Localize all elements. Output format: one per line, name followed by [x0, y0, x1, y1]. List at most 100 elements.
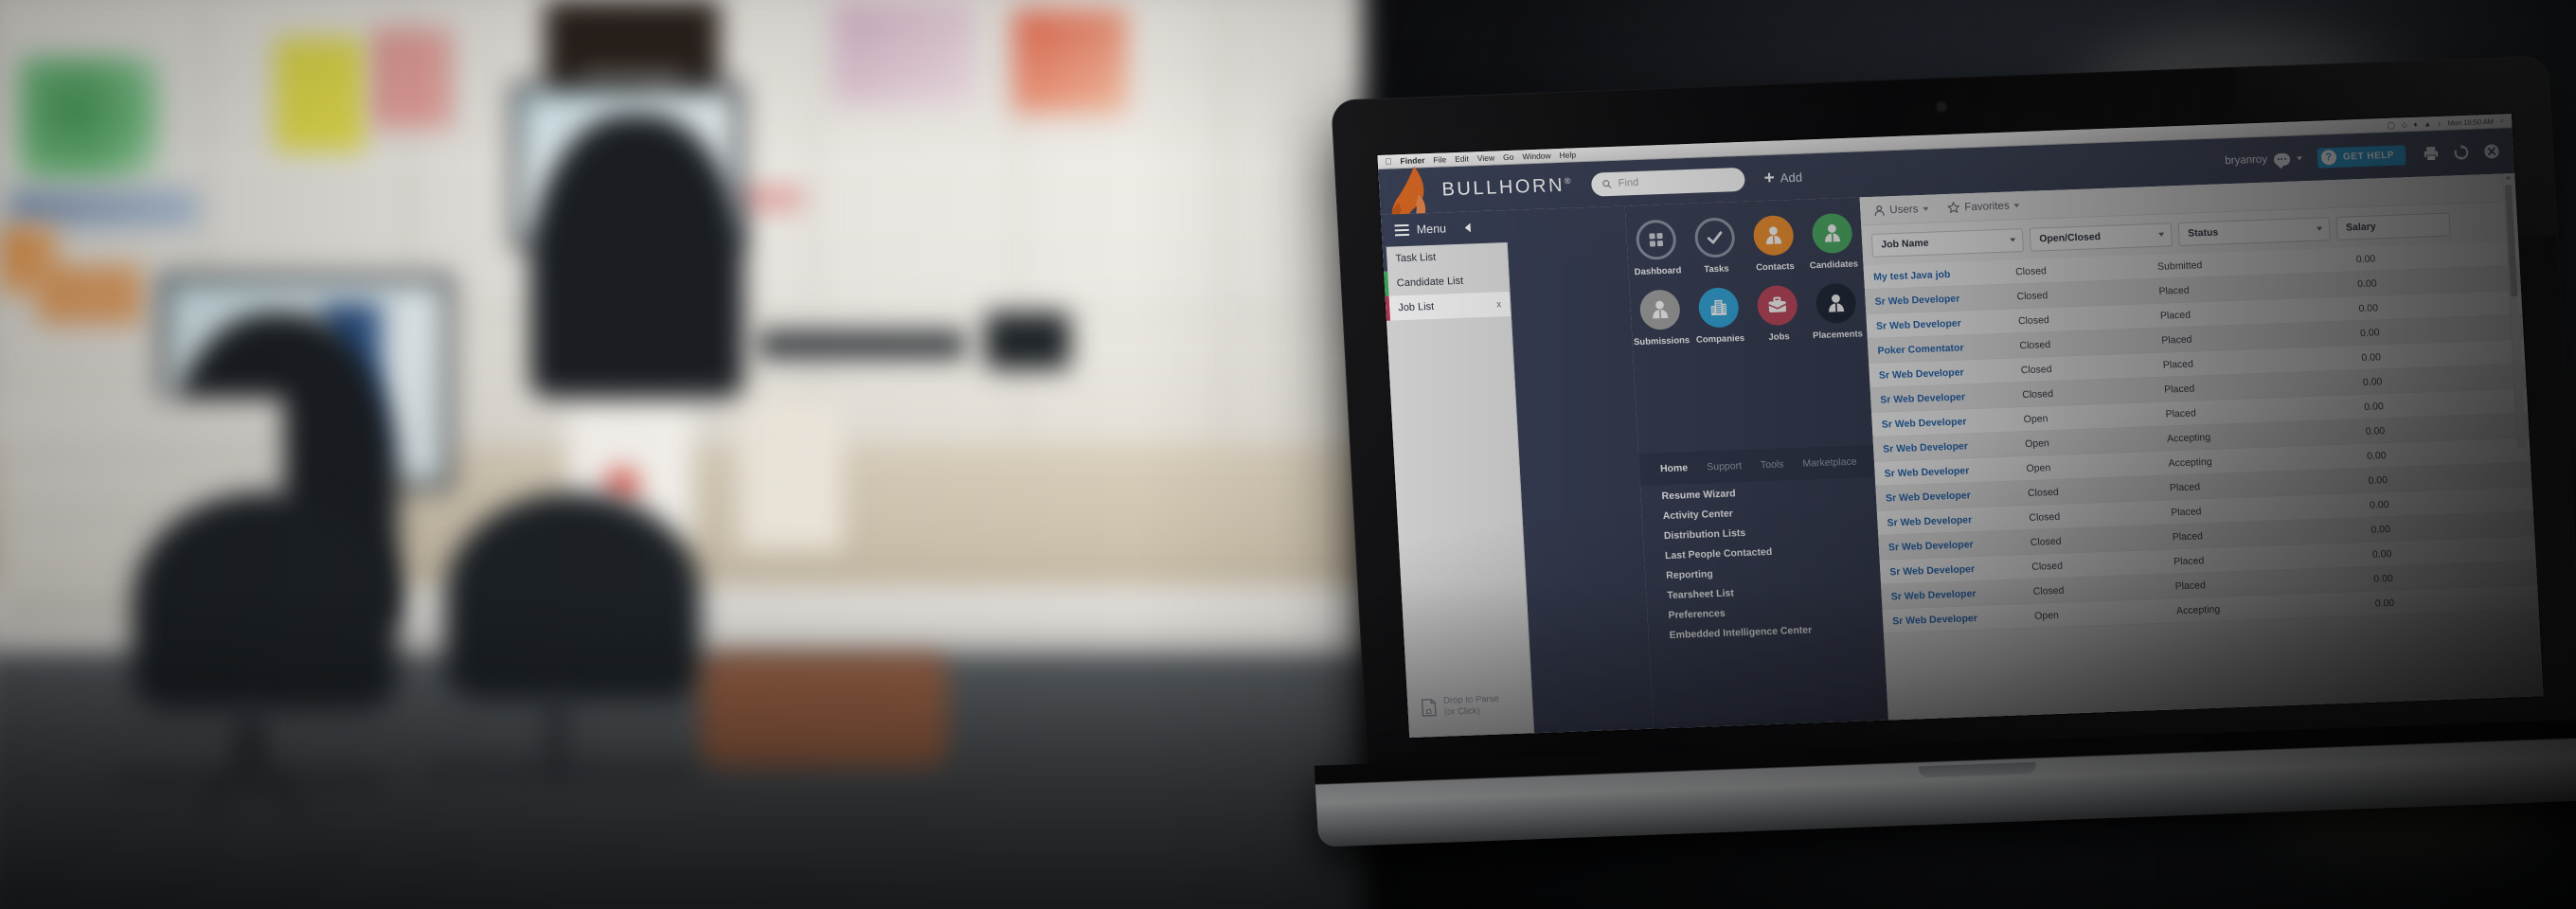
chevron-down-icon — [2010, 238, 2016, 242]
link-last-people-contacted[interactable]: Last People Contacted — [1665, 543, 1880, 561]
os-clock[interactable]: Mon 10:50 AM — [2447, 116, 2494, 127]
link-reporting[interactable]: Reporting — [1666, 562, 1881, 581]
cell-status: Accepting — [2168, 455, 2212, 470]
link-tearsheet-list[interactable]: Tearsheet List — [1667, 582, 1882, 601]
filter-open-closed[interactable]: Open/Closed — [2029, 222, 2173, 252]
link-distribution-lists[interactable]: Distribution Lists — [1664, 523, 1879, 542]
person-icon — [1752, 214, 1795, 257]
cell-job-name[interactable]: Sr Web Developer — [1876, 488, 2029, 505]
bg-person — [530, 114, 743, 398]
chat-bubble-icon[interactable] — [2273, 152, 2291, 166]
dropbox-icon[interactable]: ◇ — [2402, 120, 2407, 129]
tab-support[interactable]: Support — [1707, 460, 1742, 472]
cell-job-name[interactable]: Sr Web Developer — [1880, 561, 2032, 578]
os-menu-edit[interactable]: Edit — [1455, 153, 1469, 164]
dropzone-line2: (or Click) — [1443, 705, 1481, 718]
cell-job-name[interactable]: Sr Web Developer — [1865, 291, 2017, 308]
os-menu-finder[interactable]: Finder — [1400, 155, 1425, 166]
chevron-left-icon[interactable] — [1464, 223, 1472, 233]
bg-poster — [739, 398, 843, 549]
users-dropdown[interactable]: Users — [1873, 203, 1929, 216]
cell-job-name[interactable]: Sr Web Developer — [1874, 463, 2027, 480]
chevron-down-icon — [2158, 232, 2165, 237]
cell-salary: 0.00 — [2369, 498, 2389, 511]
bg-chair — [133, 492, 398, 710]
tile-tasks[interactable]: Tasks — [1685, 217, 1746, 276]
scroll-up-arrow-icon[interactable] — [2504, 175, 2512, 180]
volume-icon[interactable]: ♪ — [2438, 118, 2442, 127]
get-help-button[interactable]: ? GET HELP — [2317, 144, 2406, 169]
cell-status: Placed — [2174, 579, 2207, 592]
tab-tools[interactable]: Tools — [1761, 458, 1784, 471]
bg-chair-base — [114, 776, 388, 786]
cell-open-closed: Open — [2023, 412, 2048, 425]
tile-submissions[interactable]: Submissions — [1630, 289, 1691, 348]
search-input[interactable]: Find — [1591, 167, 1746, 197]
tab-marketplace[interactable]: Marketplace — [1802, 456, 1857, 470]
cell-status: Accepting — [2175, 603, 2221, 616]
cell-job-name[interactable]: Sr Web Developer — [1871, 414, 2024, 431]
filter-salary[interactable]: Salary — [2335, 212, 2451, 241]
close-icon[interactable]: x — [1496, 299, 1502, 310]
question-mark-icon: ? — [2320, 149, 2337, 166]
cell-job-name[interactable]: My test Java job — [1864, 266, 2016, 283]
tile-companies[interactable]: Companies — [1689, 287, 1750, 346]
tile-contacts[interactable]: Contacts — [1744, 214, 1805, 274]
building-icon — [1697, 287, 1740, 329]
cell-salary: 0.00 — [2358, 301, 2379, 314]
timemachine-icon[interactable]: ◯ — [2387, 120, 2395, 129]
os-menu-view[interactable]: View — [1477, 152, 1495, 163]
os-menu-file[interactable]: File — [1433, 154, 1446, 164]
close-circle-icon[interactable] — [2482, 143, 2500, 161]
link-activity-center[interactable]: Activity Center — [1662, 503, 1877, 522]
cell-job-name[interactable]: Sr Web Developer — [1877, 511, 2030, 528]
refresh-icon[interactable] — [2452, 144, 2470, 162]
tile-dashboard[interactable]: Dashboard — [1626, 219, 1688, 277]
laptop-screen:  Finder File Edit View Go Window Help ◯… — [1377, 114, 2544, 739]
os-menu-help[interactable]: Help — [1559, 150, 1576, 160]
cell-salary: 0.00 — [2371, 547, 2392, 561]
cell-job-name[interactable]: Sr Web Developer — [1883, 610, 2035, 627]
apple-icon[interactable]:  — [1385, 156, 1391, 166]
users-label: Users — [1889, 203, 1919, 216]
quick-links: Resume Wizard Activity Center Distributi… — [1640, 483, 1884, 651]
search-icon[interactable]: ⌕ — [2500, 116, 2505, 125]
briefcase-icon — [1756, 284, 1798, 327]
filter-status[interactable]: Status — [2177, 216, 2331, 246]
cell-open-closed: Open — [2024, 437, 2050, 450]
brand-logo[interactable]: BULLHORN® — [1441, 174, 1572, 201]
link-resume-wizard[interactable]: Resume Wizard — [1661, 483, 1876, 502]
list-item-job-list[interactable]: Job List x — [1385, 291, 1511, 321]
drop-to-parse-zone[interactable]: Drop to Parse (or Click) — [1406, 682, 1533, 730]
cell-job-name[interactable]: Poker Comentator — [1868, 340, 2020, 357]
link-embedded-intelligence-center[interactable]: Embedded Intelligence Center — [1669, 622, 1884, 640]
bg-poster — [38, 265, 142, 324]
tile-placements[interactable]: Placements — [1806, 282, 1868, 341]
tile-candidates[interactable]: Candidates — [1801, 212, 1863, 271]
cell-job-name[interactable]: Sr Web Developer — [1869, 365, 2022, 382]
cell-job-name[interactable]: Sr Web Developer — [1879, 536, 2031, 553]
cell-job-name[interactable]: Sr Web Developer — [1881, 585, 2033, 602]
list-item-label: Task List — [1395, 251, 1437, 265]
cell-salary: 0.00 — [2372, 572, 2394, 585]
favorites-dropdown[interactable]: Favorites — [1947, 199, 2020, 214]
add-button[interactable]: + Add — [1763, 168, 1802, 187]
cell-job-name[interactable]: Sr Web Developer — [1873, 438, 2026, 455]
saved-lists-panel: Task List Candidate List Job List x Drop… — [1382, 242, 1535, 739]
tile-jobs[interactable]: Jobs — [1747, 284, 1809, 344]
dropzone-line1: Drop to Parse — [1442, 693, 1500, 706]
os-menu-window[interactable]: Window — [1522, 151, 1551, 161]
job-table: My test Java job Closed Submitted 0.00 Sr We… — [1863, 241, 2539, 634]
filter-job-name[interactable]: Job Name — [1870, 227, 2024, 258]
link-preferences[interactable]: Preferences — [1668, 602, 1883, 621]
wifi-icon[interactable]: ▲ — [2424, 119, 2431, 128]
printer-icon[interactable] — [2422, 145, 2440, 163]
tab-home[interactable]: Home — [1660, 462, 1689, 474]
hamburger-icon — [1394, 223, 1410, 237]
cell-open-closed: Closed — [2019, 338, 2051, 351]
os-menu-go[interactable]: Go — [1503, 152, 1514, 162]
cell-job-name[interactable]: Sr Web Developer — [1867, 315, 2019, 332]
bluetooth-icon[interactable]: ♦ — [2413, 119, 2417, 128]
cell-job-name[interactable]: Sr Web Developer — [1870, 389, 2023, 406]
user-menu[interactable]: bryanroy — [2225, 152, 2303, 168]
